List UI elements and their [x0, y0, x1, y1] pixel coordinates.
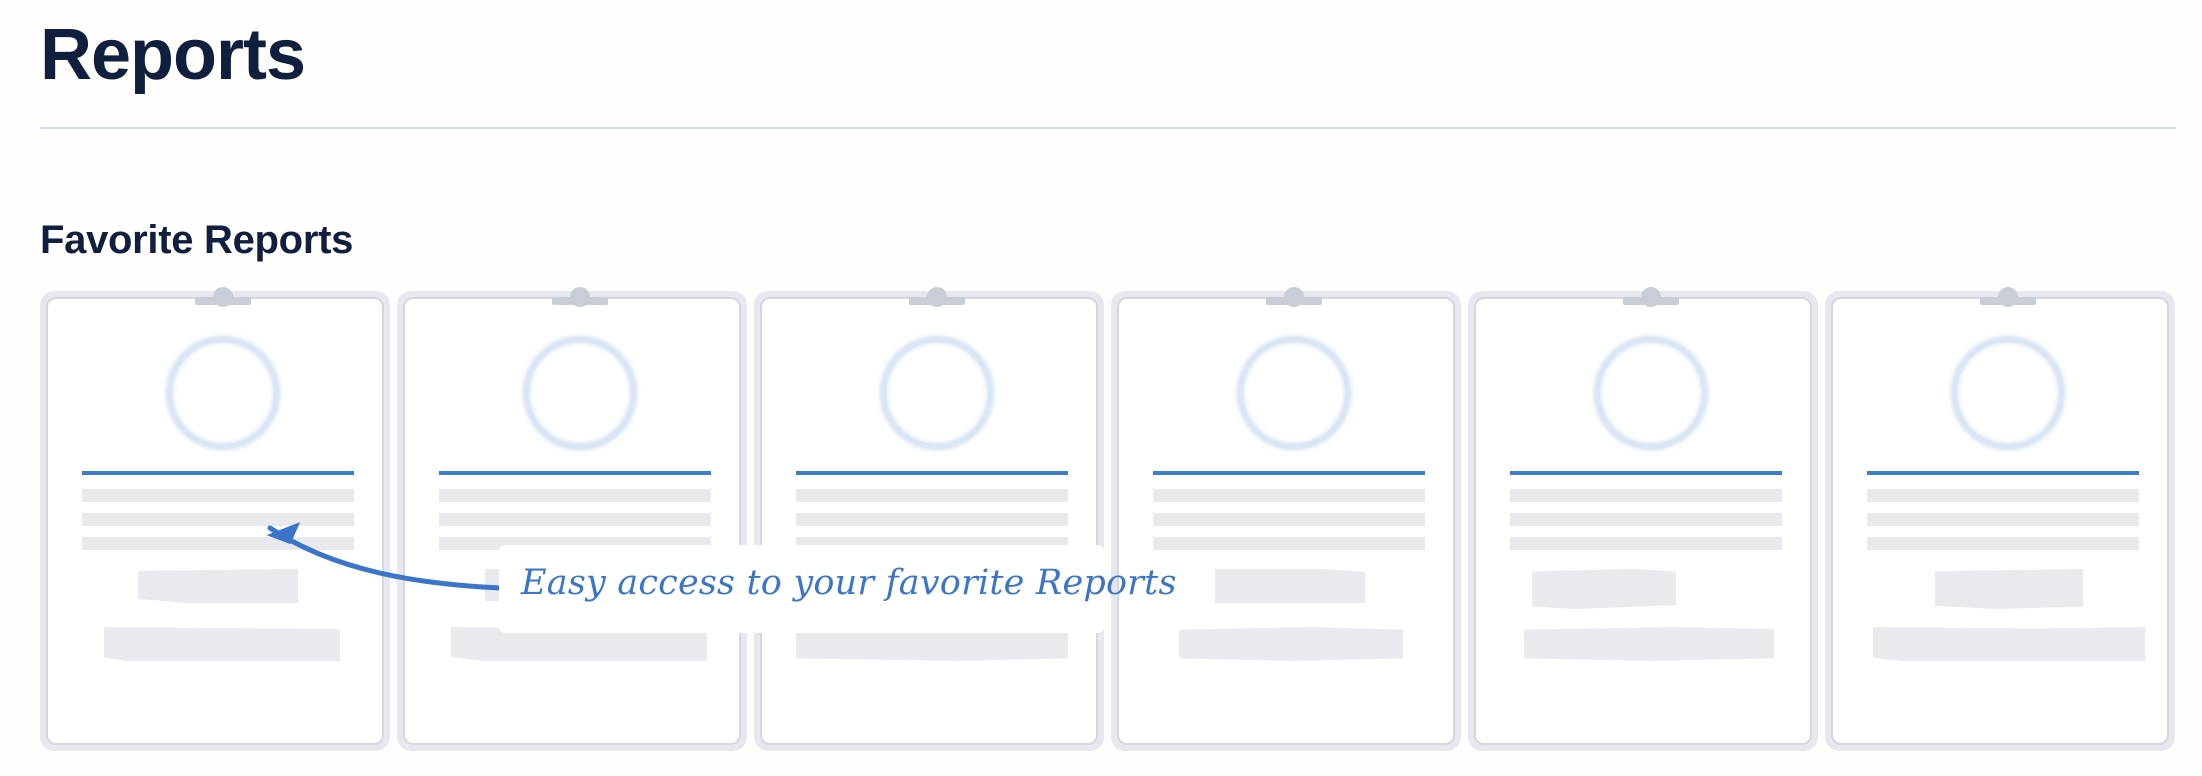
- favorites-callout: Easy access to your favorite Reports: [499, 545, 1176, 633]
- redacted-value-placeholder: [1873, 627, 2145, 661]
- favorite-report-card-placeholder: [1825, 287, 2175, 751]
- report-card-body: [760, 287, 1098, 745]
- text-line-placeholder: [1153, 513, 1425, 526]
- title-line-placeholder: [796, 471, 1068, 475]
- redacted-label-placeholder: [1532, 569, 1676, 609]
- favorite-report-card-placeholder: [754, 287, 1104, 751]
- clipboard-clip-icon: [1980, 287, 2036, 307]
- favorite-report-card-placeholder: [1111, 287, 1461, 751]
- avatar-placeholder: [524, 337, 636, 449]
- clipboard-clip-icon: [909, 287, 965, 307]
- avatar-placeholder: [881, 337, 993, 449]
- text-line-placeholder: [82, 489, 354, 502]
- text-line-placeholder: [82, 537, 354, 550]
- text-line-placeholder: [1510, 537, 1782, 550]
- report-card-body: [1831, 287, 2169, 745]
- avatar-placeholder: [1952, 337, 2064, 449]
- text-line-placeholder: [439, 513, 711, 526]
- title-line-placeholder: [1867, 471, 2139, 475]
- clipboard-clip-icon: [195, 287, 251, 307]
- avatar-placeholder: [167, 337, 279, 449]
- title-line-placeholder: [1510, 471, 1782, 475]
- favorite-report-card-placeholder: [1468, 287, 1818, 751]
- redacted-value-placeholder: [1524, 627, 1774, 661]
- title-line-placeholder: [82, 471, 354, 475]
- text-line-placeholder: [1153, 537, 1425, 550]
- redacted-label-placeholder: [1215, 569, 1365, 603]
- redacted-label-placeholder: [1935, 569, 2083, 609]
- report-card-body: [46, 287, 384, 745]
- page-title: Reports: [40, 15, 306, 95]
- favorite-reports-heading: Favorite Reports: [40, 218, 354, 262]
- text-line-placeholder: [1510, 513, 1782, 526]
- text-line-placeholder: [796, 489, 1068, 502]
- report-card-body: [1474, 287, 1812, 745]
- avatar-placeholder: [1595, 337, 1707, 449]
- clipboard-clip-icon: [1266, 287, 1322, 307]
- redacted-value-placeholder: [104, 627, 340, 661]
- favorite-report-card-placeholder: [397, 287, 747, 751]
- text-line-placeholder: [1867, 489, 2139, 502]
- favorite-report-card-placeholder: [40, 287, 390, 751]
- clipboard-clip-icon: [552, 287, 608, 307]
- text-line-placeholder: [1867, 537, 2139, 550]
- text-line-placeholder: [796, 513, 1068, 526]
- callout-text: Easy access to your favorite Reports: [521, 563, 1177, 603]
- report-card-body: [403, 287, 741, 745]
- report-card-body: [1117, 287, 1455, 745]
- favorite-reports-cards: [40, 279, 2176, 753]
- reports-page: Reports Favorite Reports Easy access to …: [0, 0, 2202, 776]
- title-line-placeholder: [439, 471, 711, 475]
- redacted-label-placeholder: [138, 569, 298, 603]
- clipboard-clip-icon: [1623, 287, 1679, 307]
- text-line-placeholder: [1510, 489, 1782, 502]
- text-line-placeholder: [1153, 489, 1425, 502]
- text-line-placeholder: [1867, 513, 2139, 526]
- text-line-placeholder: [439, 489, 711, 502]
- avatar-placeholder: [1238, 337, 1350, 449]
- title-line-placeholder: [1153, 471, 1425, 475]
- title-divider: [40, 127, 2176, 129]
- redacted-value-placeholder: [1179, 627, 1403, 661]
- text-line-placeholder: [82, 513, 354, 526]
